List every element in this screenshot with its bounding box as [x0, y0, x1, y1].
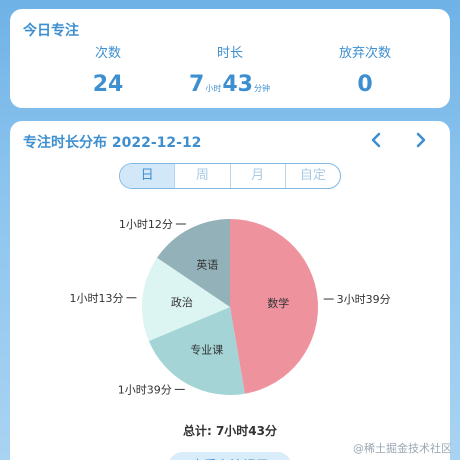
- total-duration: 总计: 7小时43分: [182, 424, 278, 438]
- tab-day[interactable]: 日: [120, 164, 176, 188]
- pie-value-label-1: 1小时39分: [118, 383, 172, 396]
- stat-abandon-value: 0: [357, 72, 373, 97]
- pie-slice-label-1: 专业课: [190, 342, 223, 356]
- tab-month[interactable]: 月: [231, 164, 286, 188]
- stat-duration-hours-unit: 小时: [205, 84, 222, 93]
- tab-week[interactable]: 周: [175, 164, 231, 188]
- period-segmented-control: 日 周 月 自定: [119, 163, 341, 189]
- today-stats: 次数 24 时长 7小时43分钟 放弃次数 0: [10, 45, 450, 105]
- pie-chart-svg: 数学 3小时39分专业课 1小时39分 政治 1小时13分 英语 1小时12分: [69, 218, 391, 396]
- stat-duration-minutes-unit: 分钟: [253, 84, 270, 93]
- pie-chart: 数学 3小时39分专业课 1小时39分 政治 1小时13分 英语 1小时12分: [10, 203, 450, 403]
- stat-duration-minutes: 43: [222, 72, 253, 97]
- pie-value-label-3: 1小时12分: [119, 218, 173, 231]
- pie-value-label-0: 3小时39分: [337, 293, 391, 306]
- view-records-button[interactable]: 查看专注记录: [168, 452, 292, 460]
- pie-slice-label-0: 数学: [267, 296, 289, 310]
- pie-value-label-2: 1小时13分: [69, 292, 123, 305]
- pie-slice-label-3: 英语: [196, 257, 218, 271]
- pie-slice-label-2: 政治: [171, 295, 193, 309]
- stat-duration-label: 时长: [216, 46, 243, 61]
- chevron-left-icon: [371, 132, 381, 148]
- stat-count-label: 次数: [94, 46, 121, 61]
- stat-abandon: 放弃次数 0: [305, 45, 425, 98]
- next-date-button[interactable]: [410, 129, 432, 151]
- stat-count: 次数 24: [48, 45, 168, 98]
- chevron-right-icon: [416, 132, 426, 148]
- stat-duration-hours: 7: [189, 72, 205, 97]
- stat-abandon-label: 放弃次数: [338, 46, 391, 61]
- today-focus-title: 今日专注: [23, 23, 79, 39]
- today-focus-card: 今日专注 次数 24 时长 7小时43分钟 放弃次数 0: [10, 9, 450, 108]
- stat-duration: 时长 7小时43分钟: [170, 45, 290, 102]
- stat-count-value: 24: [92, 72, 124, 97]
- distribution-title: 专注时长分布 2022-12-12: [23, 135, 202, 151]
- prev-date-button[interactable]: [365, 129, 387, 151]
- distribution-card: 专注时长分布 2022-12-12 日 周 月 自定 数学 3小时39分专业课 1小…: [10, 121, 450, 460]
- stat-duration-value: 7小时43分钟: [170, 72, 290, 102]
- watermark: @稀土掘金技术社区: [353, 442, 452, 455]
- tab-custom[interactable]: 自定: [286, 164, 340, 188]
